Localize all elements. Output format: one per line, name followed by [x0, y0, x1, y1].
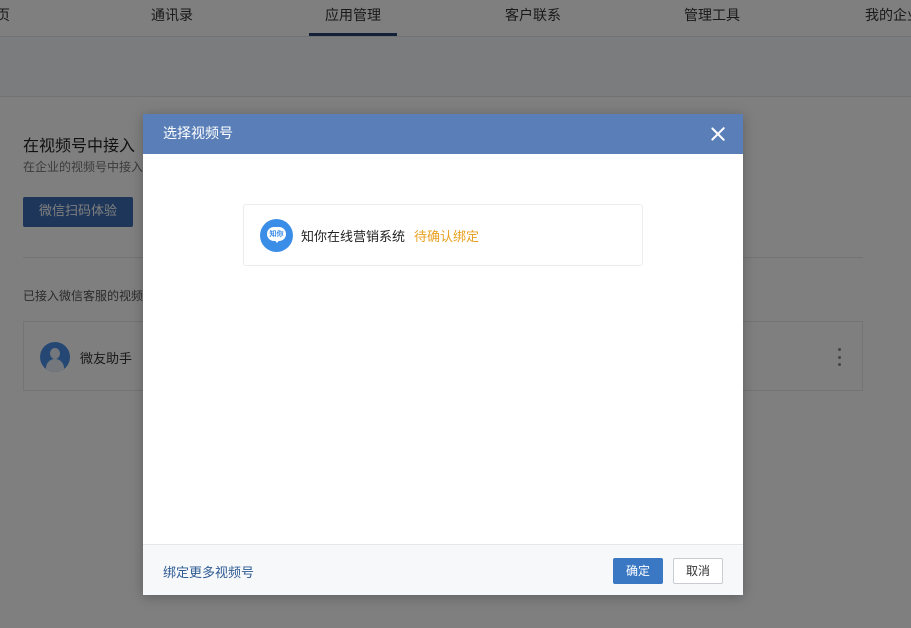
dialog-header: 选择视频号 — [143, 114, 743, 154]
channel-status-badge: 待确认绑定 — [414, 230, 480, 245]
dialog-body: 知你 知你在线营销系统 待确认绑定 — [143, 154, 743, 544]
bind-more-channels-link[interactable]: 绑定更多视频号 — [163, 562, 254, 581]
confirm-button[interactable]: 确定 — [613, 558, 663, 584]
close-icon[interactable] — [711, 127, 725, 141]
dialog-title: 选择视频号 — [163, 126, 233, 142]
select-channel-dialog: 选择视频号 知你 知你在线营销系统 待确认绑定 绑定更多视频号 确定 取消 — [143, 114, 743, 595]
cancel-button[interactable]: 取消 — [673, 558, 723, 584]
dialog-footer: 绑定更多视频号 确定 取消 — [143, 544, 743, 595]
channel-logo-icon: 知你 — [260, 219, 293, 252]
channel-name: 知你在线营销系统 — [301, 230, 406, 245]
channel-option-card[interactable]: 知你 知你在线营销系统 待确认绑定 — [243, 204, 643, 266]
